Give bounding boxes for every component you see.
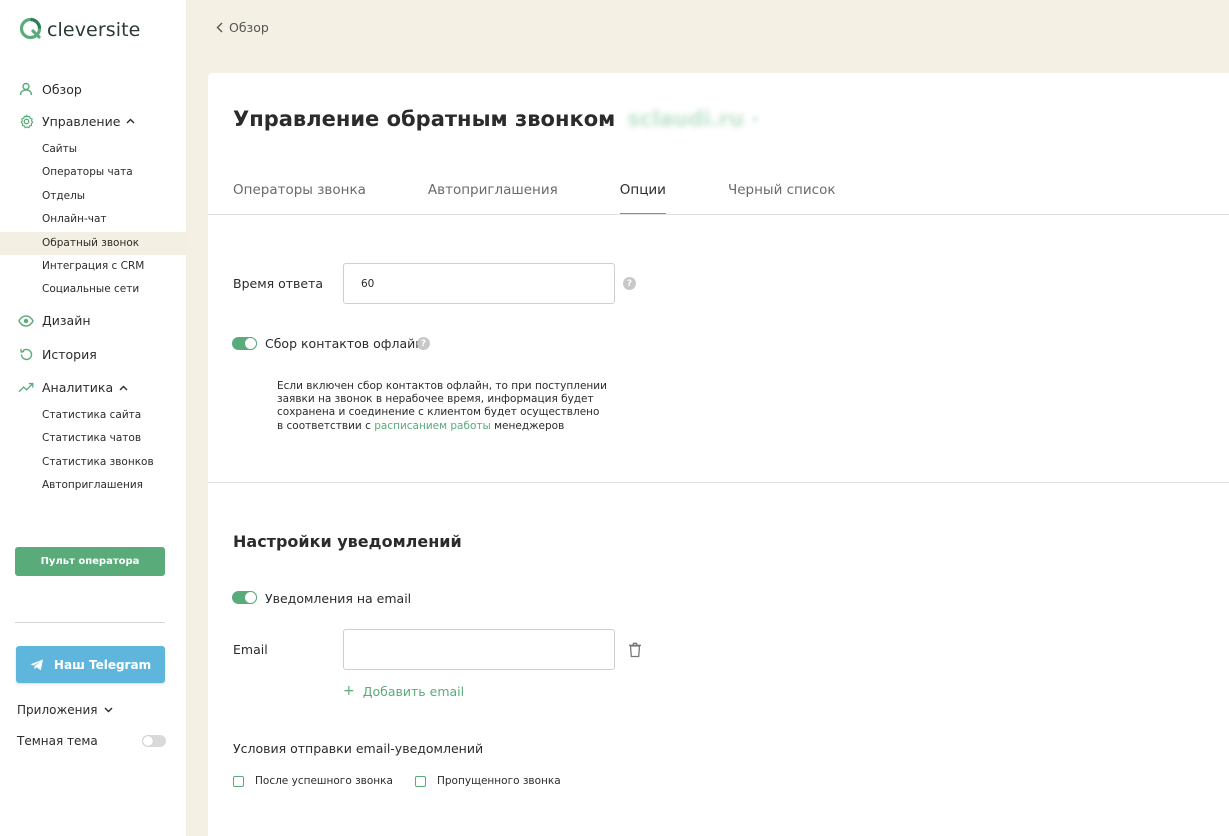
site-name-blurred[interactable]: sclaudi.ru <box>627 107 744 131</box>
sidebar-item-label: Аналитика <box>42 380 114 396</box>
logo-text: cleversite <box>47 19 141 41</box>
work-schedule-link[interactable]: расписанием работы <box>374 420 491 432</box>
sidebar-item-design[interactable]: Дизайн <box>0 310 186 332</box>
sidebar: cleversite Обзор Управление Сайты Операто… <box>0 0 186 836</box>
sidebar-item-overview[interactable]: Обзор <box>0 78 186 100</box>
telegram-icon <box>30 659 44 671</box>
analytics-submenu: Статистика сайта Статистика чатов Статисти… <box>0 404 186 498</box>
sidebar-item-management[interactable]: Управление <box>0 110 186 132</box>
management-submenu: Сайты Операторы чата Отделы Онлайн-чат Обрат… <box>0 138 186 302</box>
sidebar-subitem[interactable]: Автоприглашения <box>0 474 186 497</box>
checkbox[interactable] <box>233 775 244 787</box>
telegram-button-label: Наш Telegram <box>53 657 152 672</box>
sidebar-item-label: История <box>42 347 97 363</box>
tab-3[interactable]: Черный список <box>728 181 836 215</box>
eye-icon <box>18 313 34 329</box>
dark-theme-row: Темная тема <box>17 734 166 748</box>
email-notifications-label: Уведомления на email <box>265 591 412 606</box>
notifications-section-title: Настройки уведомлений <box>233 532 462 551</box>
condition-missed-checkbox[interactable]: Пропущенного звонка <box>415 775 561 787</box>
history-icon <box>18 347 34 363</box>
telegram-button[interactable]: Наш Telegram <box>16 646 165 683</box>
back-label: Обзор <box>229 20 269 35</box>
trend-up-icon <box>18 380 34 396</box>
sidebar-subitem[interactable]: Статистика звонков <box>0 451 186 474</box>
section-divider <box>208 482 1229 483</box>
sidebar-subitem[interactable]: Отделы <box>0 185 186 208</box>
offline-contacts-label: Сбор контактов офлайн <box>265 336 424 351</box>
sidebar-item-label: Дизайн <box>42 313 91 329</box>
sidebar-subitem[interactable]: Интеграция с CRM <box>0 255 186 278</box>
sidebar-subitem[interactable]: Статистика сайта <box>0 404 186 427</box>
sidebar-subitem[interactable]: Обратный звонок <box>0 231 186 255</box>
apps-dropdown[interactable]: Приложения <box>17 703 113 717</box>
sidebar-subitem[interactable]: Социальные сети <box>0 278 186 301</box>
tab-1[interactable]: Автоприглашения <box>428 181 558 215</box>
back-link[interactable]: Обзор <box>216 20 269 35</box>
chevron-down-icon: ▾ <box>752 112 759 126</box>
page-title: Управление обратным звонком sclaudi.ru ▾ <box>233 107 758 131</box>
offline-contacts-toggle[interactable] <box>232 337 257 350</box>
add-email-button[interactable]: + Добавить email <box>343 683 464 699</box>
checkbox-label: После успешного звонка <box>255 775 393 787</box>
page-title-text: Управление обратным звонком <box>233 107 616 131</box>
sidebar-nav: Обзор Управление Сайты Операторы чата Отде… <box>0 78 186 497</box>
sidebar-divider <box>15 622 165 623</box>
sidebar-subitem[interactable]: Онлайн-чат <box>0 208 186 231</box>
tabs: Операторы звонка Автоприглашения Опции Черн… <box>233 181 898 215</box>
gear-icon <box>18 113 34 129</box>
chevron-down-icon <box>104 707 113 713</box>
description-text-end: менеджеров <box>490 419 565 432</box>
apps-label: Приложения <box>17 703 98 717</box>
email-input[interactable] <box>343 629 615 670</box>
response-time-input[interactable] <box>343 263 615 304</box>
checkbox-label: Пропущенного звонка <box>437 775 561 787</box>
sidebar-subitem[interactable]: Сайты <box>0 138 186 161</box>
dark-theme-toggle[interactable] <box>142 735 166 747</box>
user-icon <box>18 81 34 97</box>
chevron-up-icon <box>126 118 135 124</box>
plus-icon: + <box>343 683 355 699</box>
offline-contacts-description: Если включен сбор контактов офлайн, то п… <box>277 380 607 433</box>
response-time-label: Время ответа <box>233 276 324 291</box>
conditions-title: Условия отправки email-уведомлений <box>233 741 484 756</box>
sidebar-item-label: Обзор <box>42 81 82 97</box>
help-icon[interactable]: ? <box>417 337 430 350</box>
tab-2[interactable]: Опции <box>619 181 667 215</box>
operator-console-button[interactable]: Пульт оператора <box>15 547 165 576</box>
tabs-divider <box>208 214 1229 215</box>
tab-0[interactable]: Операторы звонка <box>233 181 366 215</box>
sidebar-item-analytics[interactable]: Аналитика <box>0 377 186 399</box>
help-icon[interactable]: ? <box>623 277 636 290</box>
main-card: Управление обратным звонком sclaudi.ru ▾… <box>208 73 1229 836</box>
sidebar-subitem[interactable]: Операторы чата <box>0 161 186 184</box>
add-email-label: Добавить email <box>362 683 465 699</box>
chevron-left-icon <box>216 22 223 33</box>
trash-icon[interactable] <box>628 642 642 658</box>
sidebar-subitem[interactable]: Статистика чатов <box>0 427 186 450</box>
chevron-up-icon <box>119 385 128 391</box>
dark-theme-label: Темная тема <box>17 734 98 748</box>
cleversite-logo-icon <box>19 17 42 40</box>
email-label: Email <box>233 642 268 657</box>
logo[interactable]: cleversite <box>19 16 140 41</box>
sidebar-item-history[interactable]: История <box>0 344 186 366</box>
condition-success-checkbox[interactable]: После успешного звонка <box>233 775 393 787</box>
email-notifications-toggle[interactable] <box>232 591 257 604</box>
checkbox[interactable] <box>415 775 426 787</box>
sidebar-item-label: Управление <box>42 113 121 129</box>
